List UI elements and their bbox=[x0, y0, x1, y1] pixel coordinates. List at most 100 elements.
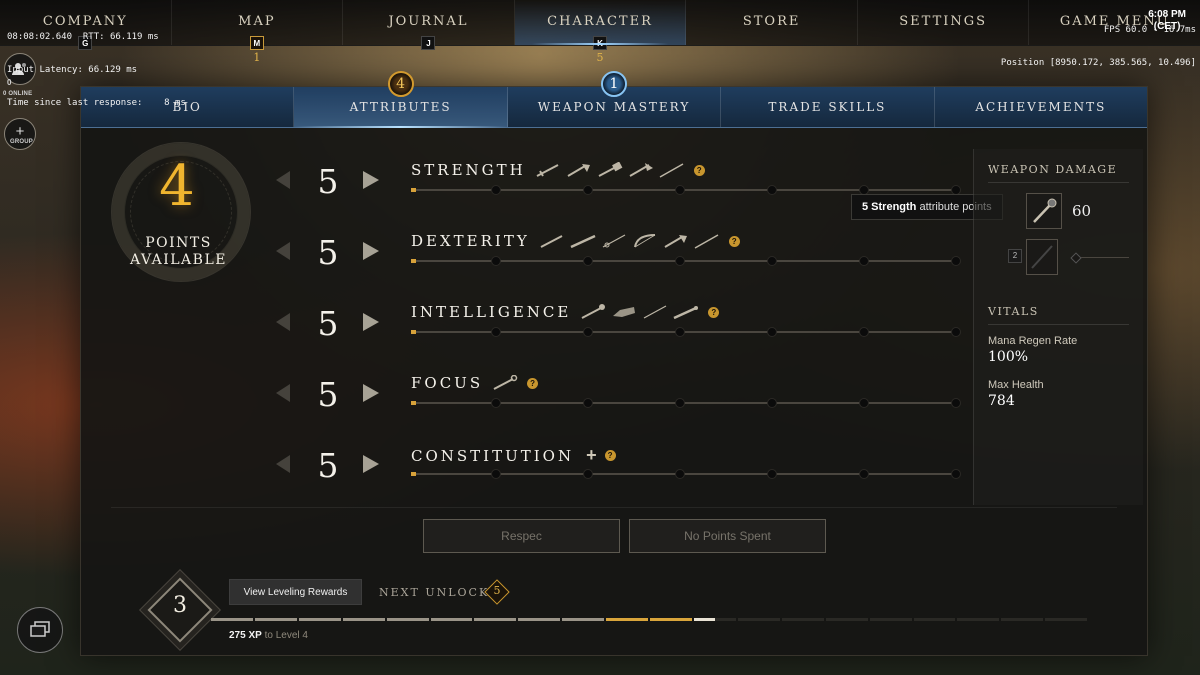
attribute-name: INTELLIGENCE ? bbox=[411, 303, 720, 321]
attribute-row-focus: 5 FOCUS ? bbox=[271, 374, 971, 434]
increase-dexterity-button[interactable] bbox=[363, 242, 379, 260]
scaling-weapons bbox=[579, 304, 700, 320]
great-axe-icon bbox=[629, 163, 653, 177]
increase-strength-button[interactable] bbox=[363, 171, 379, 189]
help-icon[interactable]: ? bbox=[728, 235, 740, 247]
attribute-name: DEXTERITY ? bbox=[411, 232, 740, 250]
decrease-dexterity-button[interactable] bbox=[276, 242, 290, 260]
musket-icon bbox=[570, 234, 596, 249]
xp-segment bbox=[869, 618, 912, 621]
xp-segment bbox=[957, 618, 1000, 621]
milestone-node bbox=[859, 256, 869, 266]
weapon-slot-2[interactable]: 2 bbox=[1008, 239, 1129, 275]
xp-segment bbox=[386, 618, 429, 621]
sword-icon bbox=[540, 235, 563, 248]
tab-attributes[interactable]: 4 ATTRIBUTES bbox=[294, 71, 508, 128]
weapon-slot-number: 2 bbox=[1008, 249, 1022, 263]
decrease-strength-button[interactable] bbox=[276, 171, 290, 189]
hatchet-icon bbox=[567, 164, 590, 177]
attribute-label: DEXTERITY bbox=[411, 232, 530, 250]
tab-weapon-mastery[interactable]: 1 WEAPON MASTERY bbox=[508, 71, 722, 127]
decrease-intelligence-button[interactable] bbox=[276, 313, 290, 331]
blunderbuss-icon bbox=[673, 306, 699, 320]
respec-button[interactable]: Respec bbox=[423, 519, 620, 553]
milestone-node bbox=[675, 256, 685, 266]
stats-side-panel: WEAPON DAMAGE 60 2 VITALS Mana Regen Rat… bbox=[973, 149, 1143, 505]
weapon-slot-bar bbox=[1076, 256, 1129, 258]
chat-button[interactable] bbox=[17, 607, 63, 653]
milestone-node bbox=[583, 185, 593, 195]
nav-notification-count: 5 bbox=[596, 51, 604, 64]
points-available-value: 4 bbox=[159, 154, 195, 219]
tab-notification-badge: 4 bbox=[387, 71, 414, 97]
view-leveling-rewards-button[interactable]: View Leveling Rewards bbox=[229, 579, 362, 605]
attribute-value: 5 bbox=[317, 233, 339, 272]
chat-icon bbox=[30, 621, 50, 637]
attribute-progress-fill bbox=[411, 259, 417, 263]
xp-segment bbox=[825, 618, 868, 621]
current-level: 3 bbox=[173, 593, 187, 618]
no-points-spent-button[interactable]: No Points Spent bbox=[629, 519, 826, 553]
milestone-node bbox=[491, 398, 501, 408]
attribute-progress-track bbox=[411, 398, 961, 408]
attribute-row-constitution: 5 CONSTITUTION + ? bbox=[271, 445, 971, 505]
warhammer-icon bbox=[598, 162, 623, 177]
xp-segment bbox=[254, 618, 297, 621]
attribute-value: 5 bbox=[317, 162, 339, 201]
milestone-node bbox=[583, 256, 593, 266]
spear-icon bbox=[659, 163, 684, 178]
hotkey-badge: J bbox=[421, 36, 436, 50]
points-available-label: POINTS AVAILABLE bbox=[121, 235, 236, 269]
nav-label: SETTINGS bbox=[899, 14, 988, 29]
plus-icon: + bbox=[15, 122, 25, 140]
attribute-progress-fill bbox=[411, 472, 417, 476]
attribute-progress-fill bbox=[411, 188, 417, 192]
increase-focus-button[interactable] bbox=[363, 384, 379, 402]
nav-notification-count: 1 bbox=[253, 51, 261, 64]
attribute-progress-fill bbox=[411, 330, 417, 334]
nav-character[interactable]: CHARACTER K 5 bbox=[514, 0, 687, 64]
vital-value: 100% bbox=[988, 349, 1029, 365]
nav-map[interactable]: MAP M 1 bbox=[172, 0, 344, 64]
tab-label: ATTRIBUTES bbox=[349, 100, 452, 114]
group-button[interactable]: + bbox=[4, 118, 36, 150]
tab-achievements[interactable]: ACHIEVEMENTS bbox=[935, 87, 1147, 127]
debug-coords: Position [8950.172, 385.565, 10.496] bbox=[1000, 58, 1196, 68]
decrease-constitution-button[interactable] bbox=[276, 455, 290, 473]
xp-segment bbox=[913, 618, 956, 621]
milestone-node bbox=[583, 327, 593, 337]
weapon-slot-box bbox=[1026, 239, 1058, 275]
xp-segment bbox=[562, 618, 605, 621]
character-panel: BIO 4 ATTRIBUTES 1 WEAPON MASTERY TRADE … bbox=[80, 71, 1148, 656]
milestone-node bbox=[767, 256, 777, 266]
help-icon[interactable]: ? bbox=[527, 377, 539, 389]
help-icon[interactable]: ? bbox=[708, 306, 720, 318]
xp-segment bbox=[781, 618, 824, 621]
milestone-node bbox=[767, 327, 777, 337]
xp-segment bbox=[298, 618, 341, 621]
weapon-slot-1[interactable]: 60 bbox=[1026, 193, 1129, 229]
scaling-weapons bbox=[538, 233, 721, 249]
milestone-node bbox=[951, 256, 961, 266]
nav-journal[interactable]: JOURNAL J bbox=[343, 0, 515, 50]
tab-label: ACHIEVEMENTS bbox=[975, 100, 1107, 114]
increase-intelligence-button[interactable] bbox=[363, 313, 379, 331]
help-icon[interactable]: ? bbox=[693, 164, 705, 176]
attribute-value: 5 bbox=[317, 446, 339, 485]
rapier-icon bbox=[644, 305, 667, 319]
xp-segment bbox=[474, 618, 517, 621]
help-icon[interactable]: ? bbox=[604, 450, 616, 461]
decrease-focus-button[interactable] bbox=[276, 384, 290, 402]
next-unlock-value: 5 bbox=[493, 584, 501, 597]
nav-store[interactable]: STORE bbox=[686, 0, 858, 45]
milestone-node bbox=[951, 398, 961, 408]
increase-constitution-button[interactable] bbox=[363, 455, 379, 473]
vital-value: 784 bbox=[988, 393, 1015, 409]
milestone-node bbox=[491, 327, 501, 337]
tab-trade-skills[interactable]: TRADE SKILLS bbox=[721, 87, 935, 127]
milestone-node bbox=[675, 185, 685, 195]
xp-segment bbox=[693, 618, 736, 621]
points-label-line: POINTS bbox=[145, 235, 212, 251]
weapon-damage-value: 60 bbox=[1072, 202, 1092, 220]
vital-label: Max Health bbox=[988, 379, 1044, 391]
